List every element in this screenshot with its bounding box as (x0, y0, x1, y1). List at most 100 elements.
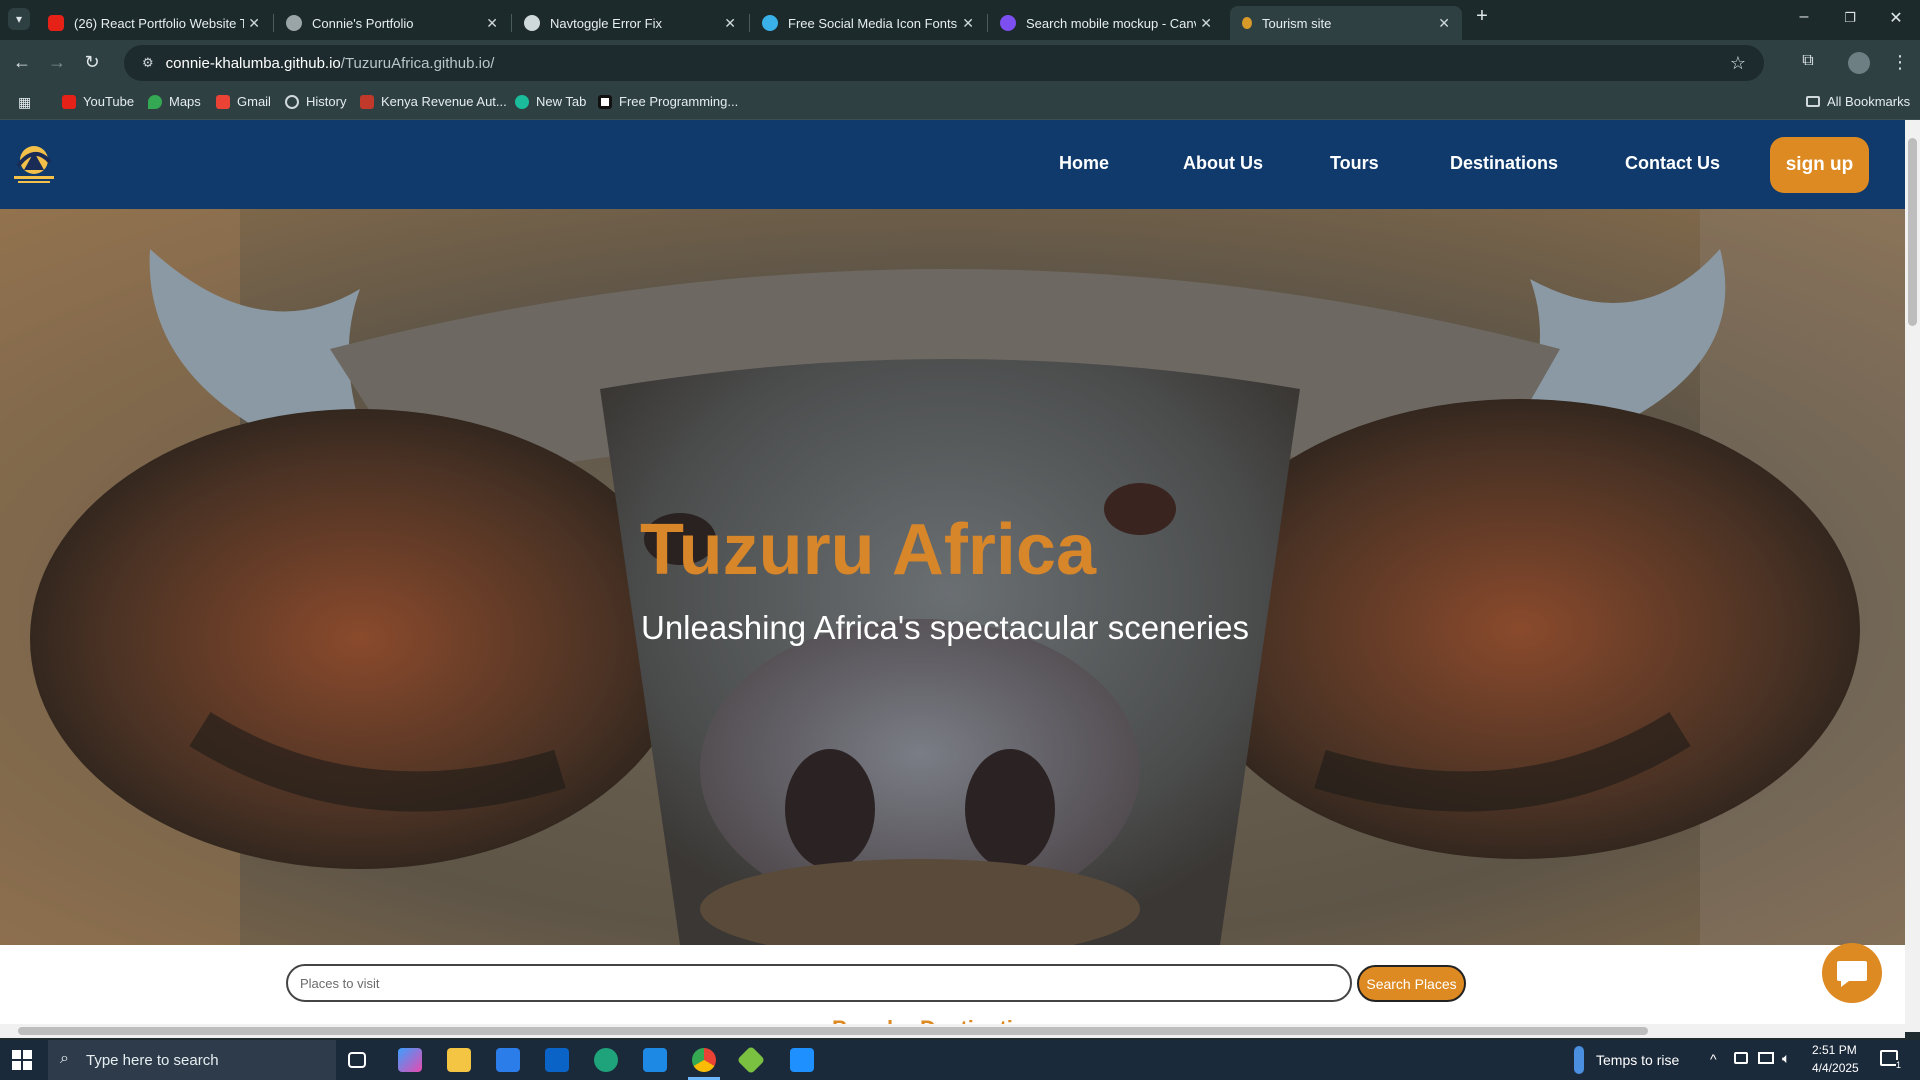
weather-text[interactable]: Temps to rise (1596, 1052, 1679, 1068)
site-info-icon[interactable]: ⚙ (142, 55, 154, 71)
site-favicon-icon (762, 15, 778, 31)
vertical-scrollbar[interactable] (1905, 120, 1920, 1032)
meet-now-icon[interactable] (1734, 1052, 1748, 1064)
url-host: connie-khalumba.github.io (165, 54, 341, 72)
back-icon[interactable]: ← (10, 52, 34, 73)
apps-icon[interactable]: ▦ (18, 94, 31, 111)
file-explorer-icon[interactable] (447, 1048, 471, 1072)
bookmark-label: History (306, 94, 347, 109)
bookmark-label: Kenya Revenue Aut... (381, 94, 507, 109)
horizontal-scroll-thumb[interactable] (18, 1027, 1648, 1035)
profile-avatar[interactable] (1848, 52, 1870, 74)
microsoft-store-icon[interactable] (496, 1048, 520, 1072)
site-logo[interactable] (10, 142, 58, 186)
nav-about-us[interactable]: About Us (1183, 153, 1263, 174)
nav-contact-us[interactable]: Contact Us (1625, 153, 1720, 174)
tab-title: Free Social Media Icon Fonts - I (788, 15, 958, 31)
all-bookmarks[interactable]: All Bookmarks (1806, 94, 1910, 109)
kra-icon (360, 94, 374, 109)
windows-start-icon[interactable] (12, 1050, 32, 1070)
nav-destinations[interactable]: Destinations (1450, 153, 1558, 174)
youtube-icon (48, 15, 64, 31)
hero-title: Tuzuru Africa (640, 510, 1097, 590)
close-icon[interactable]: ✕ (724, 15, 736, 32)
places-search-input[interactable] (286, 964, 1352, 1002)
youtube-icon (62, 94, 76, 109)
photos-icon[interactable] (790, 1048, 814, 1072)
forward-icon[interactable]: → (45, 52, 69, 73)
hero-subtitle: Unleashing Africa's spectacular scenerie… (641, 609, 1249, 646)
bookmark-history[interactable]: History (285, 94, 346, 109)
close-icon[interactable]: ✕ (962, 15, 974, 32)
close-icon[interactable]: ✕ (486, 15, 498, 32)
minimize-icon[interactable]: – (1784, 8, 1824, 26)
bookmark-maps[interactable]: Maps (148, 94, 201, 109)
window-close-icon[interactable]: ✕ (1876, 8, 1916, 28)
web-page: Home About Us Tours Destinations Contact… (0, 120, 1905, 1032)
outlook-icon[interactable] (545, 1048, 569, 1072)
restore-icon[interactable]: ❐ (1830, 10, 1870, 26)
notification-count: 1 (1896, 1060, 1902, 1070)
chrome-icon[interactable] (692, 1048, 716, 1072)
windows-taskbar: ⌕ Type here to search Temps to rise ^ 🔈︎… (0, 1040, 1920, 1080)
bookmark-youtube[interactable]: YouTube (62, 94, 134, 109)
vscode-icon[interactable] (643, 1048, 667, 1072)
vertical-scroll-thumb[interactable] (1908, 138, 1917, 326)
tab-title: Search mobile mockup - Canva (1026, 15, 1196, 31)
tab-canva[interactable]: Search mobile mockup - Canva ✕ (988, 6, 1224, 40)
bookmark-label: New Tab (536, 94, 587, 109)
new-tab-button[interactable]: + (1462, 5, 1502, 28)
bookmark-kra[interactable]: Kenya Revenue Aut... (360, 94, 507, 109)
close-icon[interactable]: ✕ (248, 15, 260, 32)
close-icon[interactable]: ✕ (1438, 15, 1450, 32)
weather-icon[interactable] (1574, 1046, 1584, 1074)
tab-social-icons[interactable]: Free Social Media Icon Fonts - I ✕ (750, 6, 986, 40)
edge-icon[interactable] (594, 1048, 618, 1072)
horizontal-scrollbar[interactable] (0, 1024, 1905, 1038)
tab-search-button[interactable]: ▾ (8, 8, 30, 30)
git-icon[interactable] (736, 1045, 766, 1075)
tab-react-portfolio[interactable]: (26) React Portfolio Website Tut ✕ (36, 6, 272, 40)
signup-button[interactable]: sign up (1770, 137, 1869, 193)
bookmarks-bar: ▦ YouTube Maps Gmail History Kenya Reven… (0, 86, 1920, 120)
volume-icon[interactable]: 🔈︎ (1782, 1050, 1790, 1067)
search-icon: ⌕ (60, 1050, 69, 1067)
url-path: /TuzuruAfrica.github.io/ (340, 54, 495, 72)
tab-connies-portfolio[interactable]: Connie's Portfolio ✕ (274, 6, 510, 40)
task-view-icon[interactable] (348, 1052, 366, 1068)
bookmark-new-tab[interactable]: New Tab (515, 94, 586, 109)
history-icon (285, 94, 299, 109)
close-icon[interactable]: ✕ (1200, 15, 1212, 32)
taskbar-search-placeholder: Type here to search (86, 1051, 219, 1069)
search-places-button[interactable]: Search Places (1357, 965, 1466, 1002)
nav-tours[interactable]: Tours (1330, 153, 1379, 174)
bookmark-label: Gmail (237, 94, 271, 109)
reload-icon[interactable]: ↻ (80, 52, 104, 73)
tab-title: Connie's Portfolio (312, 15, 414, 31)
bookmark-star-icon[interactable]: ☆ (1730, 53, 1746, 74)
browser-tab-strip: ▾ (26) React Portfolio Website Tut ✕ Con… (0, 0, 1920, 40)
show-hidden-icons[interactable]: ^ (1710, 1051, 1717, 1067)
bookmark-free-programming[interactable]: Free Programming... (598, 94, 738, 109)
new-tab-icon (515, 94, 529, 109)
site-navbar: Home About Us Tours Destinations Contact… (0, 120, 1905, 209)
taskbar-search-input[interactable]: ⌕ Type here to search (48, 1040, 336, 1080)
chatgpt-icon (524, 15, 540, 31)
nav-home[interactable]: Home (1059, 153, 1109, 174)
globe-icon (286, 15, 302, 31)
tab-navtoggle-error[interactable]: Navtoggle Error Fix ✕ (512, 6, 748, 40)
chat-button[interactable] (1822, 943, 1882, 1003)
clock-date[interactable]: 4/4/2025 (1812, 1061, 1859, 1075)
network-icon[interactable] (1758, 1052, 1774, 1064)
chat-bubble-icon (1837, 961, 1867, 987)
clock-time[interactable]: 2:51 PM (1812, 1043, 1857, 1057)
menu-icon[interactable]: ⋮ (1888, 52, 1912, 73)
copilot-icon[interactable] (398, 1048, 422, 1072)
address-bar[interactable]: ⚙ connie-khalumba.github.io/TuzuruAfrica… (124, 45, 1764, 81)
tab-title: (26) React Portfolio Website Tut (74, 15, 244, 31)
extensions-icon[interactable]: ⧉ (1796, 52, 1820, 70)
tab-title: Navtoggle Error Fix (550, 15, 662, 31)
tab-tourism-site[interactable]: Tourism site ✕ (1230, 6, 1462, 40)
hero-banner: Tuzuru Africa Unleashing Africa's specta… (0, 209, 1905, 945)
bookmark-gmail[interactable]: Gmail (216, 94, 271, 109)
